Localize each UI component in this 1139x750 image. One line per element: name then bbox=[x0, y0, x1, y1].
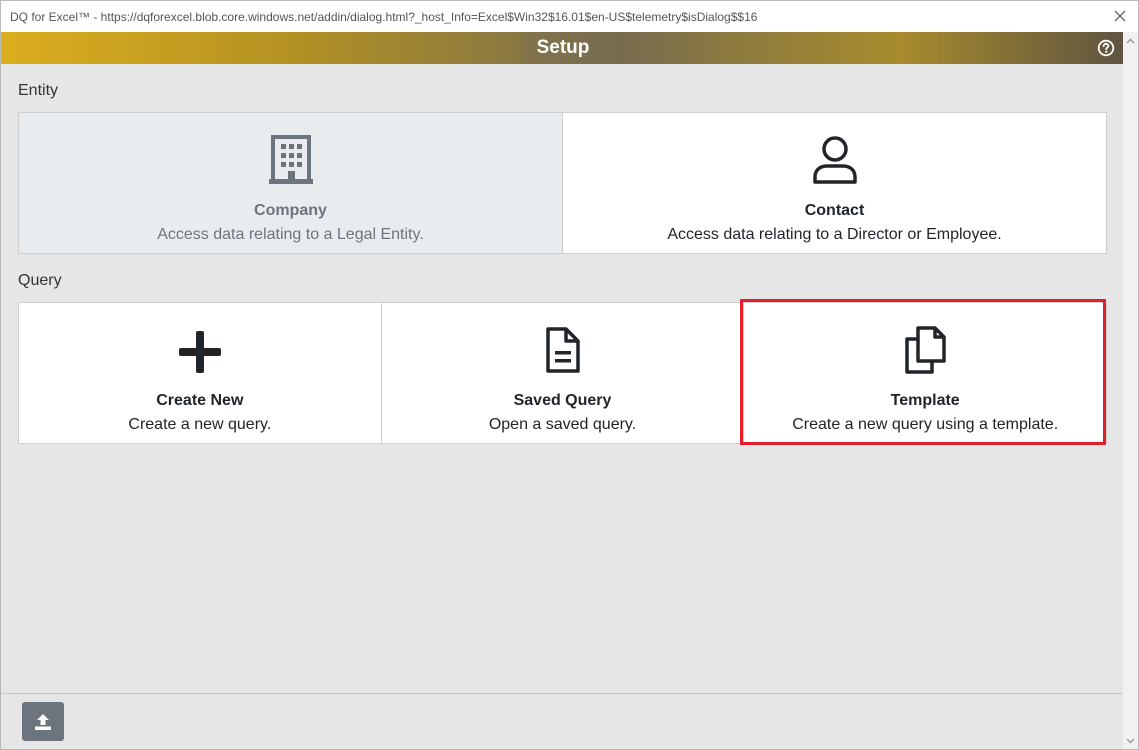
header-bar: Setup bbox=[1, 32, 1123, 64]
template-card-title: Template bbox=[890, 392, 960, 409]
building-icon bbox=[268, 135, 313, 185]
upload-icon bbox=[35, 713, 51, 730]
window-titlebar: DQ for Excel™ - https://dqforexcel.blob.… bbox=[1, 1, 1138, 32]
scroll-down-arrow[interactable] bbox=[1123, 734, 1138, 748]
plus-icon bbox=[178, 325, 222, 375]
person-icon bbox=[812, 135, 858, 185]
dialog-window: DQ for Excel™ - https://dqforexcel.blob.… bbox=[0, 0, 1139, 750]
chevron-up-icon bbox=[1126, 38, 1135, 44]
saved-query-card[interactable]: Saved Query Open a saved query. bbox=[380, 303, 744, 443]
copy-icon bbox=[903, 325, 947, 375]
page-title-container: Setup bbox=[521, 32, 605, 64]
contact-card[interactable]: Contact Access data relating to a Direct… bbox=[562, 113, 1106, 253]
template-card[interactable]: Template Create a new query using a temp… bbox=[743, 303, 1107, 443]
template-card-description: Create a new query using a template. bbox=[792, 416, 1059, 433]
close-icon bbox=[1114, 10, 1126, 22]
create-new-card-title: Create New bbox=[156, 392, 244, 409]
window-title: DQ for Excel™ - https://dqforexcel.blob.… bbox=[10, 9, 758, 24]
close-button[interactable] bbox=[1111, 7, 1129, 25]
create-new-card-description: Create a new query. bbox=[128, 416, 272, 433]
upload-button[interactable] bbox=[22, 702, 64, 741]
footer-bar bbox=[1, 693, 1123, 749]
query-section-label: Query bbox=[18, 272, 62, 289]
document-icon bbox=[544, 325, 582, 375]
contact-card-description: Access data relating to a Director or Em… bbox=[667, 226, 1002, 243]
company-card[interactable]: Company Access data relating to a Legal … bbox=[19, 113, 562, 253]
page-title: Setup bbox=[536, 37, 590, 58]
entity-section-label: Entity bbox=[18, 82, 59, 99]
chevron-down-icon bbox=[1126, 738, 1135, 744]
help-icon[interactable] bbox=[1097, 39, 1115, 57]
vertical-scrollbar[interactable] bbox=[1123, 32, 1138, 749]
create-new-card[interactable]: Create New Create a new query. bbox=[19, 303, 381, 443]
query-card-row: Create New Create a new query. Saved Que… bbox=[18, 302, 1107, 444]
scroll-up-arrow[interactable] bbox=[1123, 34, 1138, 48]
contact-card-title: Contact bbox=[804, 202, 865, 219]
company-card-description: Access data relating to a Legal Entity. bbox=[157, 226, 424, 243]
saved-query-card-title: Saved Query bbox=[513, 392, 612, 409]
saved-query-card-description: Open a saved query. bbox=[488, 416, 637, 433]
entity-card-row: Company Access data relating to a Legal … bbox=[18, 112, 1107, 254]
company-card-title: Company bbox=[254, 202, 327, 219]
